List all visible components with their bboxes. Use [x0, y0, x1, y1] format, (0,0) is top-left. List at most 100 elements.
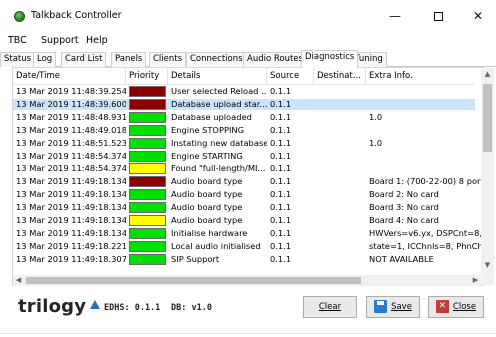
table-row[interactable]: 13 Mar 2019 11:49:18.134 Audio board type… — [13, 189, 475, 201]
cell-datetime: 13 Mar 2019 11:48:39.600 — [16, 98, 126, 109]
cell-extra-info: 1.0 — [369, 111, 383, 122]
cell-details: Local audio initialised — [171, 240, 261, 251]
cell-destination — [314, 151, 366, 162]
diagnostics-log-table[interactable]: Date/Time Priority Details Source Destin… — [12, 67, 484, 286]
logo-triangle-icon — [90, 300, 100, 309]
table-row[interactable]: 13 Mar 2019 11:48:48.931 Database uploade… — [13, 111, 475, 123]
column-header-destination[interactable]: Destinat... — [314, 68, 366, 85]
save-button-label: Save — [391, 302, 412, 312]
priority-indicator — [129, 150, 166, 162]
menu-support[interactable]: Support — [41, 35, 79, 46]
cell-destination — [314, 99, 366, 110]
column-header-details[interactable]: Details — [168, 68, 267, 85]
column-header-source[interactable]: Source — [267, 68, 314, 85]
column-header-priority[interactable]: Priority — [126, 68, 168, 85]
cell-details: Audio board type — [171, 202, 243, 213]
cell-datetime: 13 Mar 2019 11:48:51.523 — [16, 137, 126, 148]
cell-source: 0.1.1 — [270, 124, 292, 135]
cell-source: 0.1.1 — [270, 240, 292, 251]
table-row[interactable]: 13 Mar 2019 11:49:18.134 Initialise hardw… — [13, 227, 481, 239]
cell-details: User selected Reload ... — [171, 86, 267, 96]
tab-panels[interactable]: Panels — [111, 52, 147, 67]
save-icon — [374, 300, 388, 313]
cell-datetime: 13 Mar 2019 11:49:18.134 — [16, 227, 126, 238]
table-row[interactable]: 13 Mar 2019 11:49:18.307 SIP Support 0.1.1… — [13, 253, 475, 265]
table-row[interactable]: 13 Mar 2019 11:48:54.374 Found "full-leng… — [13, 163, 475, 175]
status-strip — [0, 333, 496, 337]
tab-clients[interactable]: Clients — [149, 52, 187, 67]
horizontal-scroll-thumb[interactable] — [26, 277, 361, 284]
cell-destination — [314, 138, 366, 149]
scroll-down-icon[interactable]: ▼ — [481, 259, 494, 272]
tab-diagnostics[interactable]: Diagnostics — [301, 50, 359, 68]
tab-card-list[interactable]: Card List — [61, 52, 107, 67]
priority-indicator — [129, 137, 166, 149]
cell-extra-info — [366, 86, 481, 97]
cell-datetime: 13 Mar 2019 11:49:18.134 — [16, 176, 126, 187]
cell-details: Audio board type — [171, 176, 243, 187]
cell-destination — [314, 215, 366, 226]
menu-bar: TBC Support Help — [0, 33, 496, 49]
cell-details: Initialise hardware — [171, 227, 248, 238]
cell-datetime: 13 Mar 2019 11:48:54.374 — [16, 163, 126, 174]
priority-indicator — [129, 176, 166, 188]
scroll-left-icon[interactable]: ◀ — [13, 275, 24, 286]
vertical-scroll-thumb[interactable] — [483, 84, 492, 152]
cell-source: 0.1.1 — [270, 111, 292, 122]
cell-datetime: 13 Mar 2019 11:48:39.254 — [16, 86, 126, 96]
maximize-button[interactable] — [418, 4, 458, 28]
cell-source: 0.1.1 — [270, 176, 292, 187]
tab-log[interactable]: Log — [33, 52, 57, 67]
horizontal-scrollbar[interactable]: ◀ ▶ — [13, 275, 481, 286]
priority-indicator — [129, 163, 166, 175]
table-row[interactable]: 13 Mar 2019 11:48:39.254 User selected Re… — [13, 86, 475, 97]
tab-audio-routes[interactable]: Audio Routes — [243, 52, 307, 67]
close-window-button[interactable]: ✕ — [458, 4, 496, 28]
priority-indicator — [129, 189, 166, 201]
cell-details: SIP Support — [171, 253, 220, 264]
cell-details: Engine STARTING — [171, 150, 243, 161]
cell-extra-info: state=1, ICChnls=8, PhnChnls — [369, 240, 481, 251]
priority-indicator — [129, 86, 166, 97]
footer-bar: trilogy EDHS: 0.1.1 DB: v1.0 Clear Save … — [0, 288, 496, 337]
scroll-up-icon[interactable]: ▲ — [481, 68, 494, 81]
clear-button[interactable]: Clear — [303, 296, 357, 318]
cell-source: 0.1.1 — [270, 150, 292, 161]
vertical-scrollbar[interactable]: ▲ ▼ — [481, 68, 494, 285]
table-row[interactable]: 13 Mar 2019 11:49:18.134 Audio board type… — [13, 202, 475, 214]
table-row[interactable]: 13 Mar 2019 11:48:51.523 Instating new da… — [13, 137, 475, 149]
app-icon — [14, 11, 25, 22]
cell-datetime: 13 Mar 2019 11:48:54.374 — [16, 150, 126, 161]
table-row[interactable]: 13 Mar 2019 11:48:49.018 Engine STOPPING 0… — [13, 124, 475, 136]
close-button[interactable]: ✕ Close — [428, 296, 484, 318]
cell-source: 0.1.1 — [270, 253, 292, 264]
cell-destination — [314, 202, 366, 213]
cell-datetime: 13 Mar 2019 11:48:48.931 — [16, 111, 126, 122]
menu-tbc[interactable]: TBC — [8, 35, 27, 46]
cell-extra-info: 1.0 — [369, 137, 383, 148]
column-header-datetime[interactable]: Date/Time — [13, 68, 126, 85]
cell-extra-info — [366, 99, 481, 110]
table-row[interactable]: 13 Mar 2019 11:49:18.221 Local audio init… — [13, 240, 481, 252]
tab-connections[interactable]: Connections — [186, 52, 247, 67]
table-row[interactable]: 13 Mar 2019 11:48:39.600 Database upload … — [13, 98, 475, 110]
cell-datetime: 13 Mar 2019 11:49:18.134 — [16, 215, 126, 225]
close-icon: ✕ — [435, 300, 449, 313]
table-row[interactable]: 13 Mar 2019 11:49:18.134 Audio board type… — [13, 176, 481, 188]
cell-source: 0.1.1 — [270, 86, 292, 96]
minimize-button[interactable]: — — [375, 4, 415, 28]
priority-indicator — [129, 124, 166, 136]
menu-help[interactable]: Help — [86, 35, 108, 46]
save-button[interactable]: Save — [366, 296, 420, 318]
scroll-right-icon[interactable]: ▶ — [470, 275, 481, 286]
cell-extra-info: Board 4: No card — [369, 215, 439, 225]
table-row[interactable]: 13 Mar 2019 11:49:18.134 Audio board type… — [13, 215, 475, 226]
tab-status[interactable]: Status — [0, 52, 36, 67]
priority-indicator — [129, 240, 166, 252]
cell-datetime: 13 Mar 2019 11:48:49.018 — [16, 124, 126, 135]
cell-destination — [314, 176, 366, 187]
priority-indicator — [129, 227, 166, 239]
column-header-extra-info[interactable]: Extra Info. — [366, 68, 481, 85]
cell-destination — [314, 189, 366, 200]
table-row[interactable]: 13 Mar 2019 11:48:54.374 Engine STARTING 0… — [13, 150, 475, 162]
